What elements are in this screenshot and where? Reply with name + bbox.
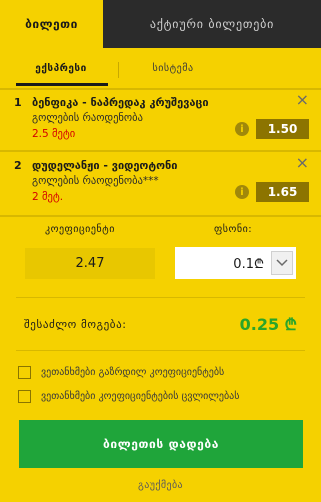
tab-system[interactable]: სისტემა	[128, 56, 218, 80]
checkbox-label: ვეთანხმები კოეფიციენტების ცვლილებას	[41, 390, 240, 402]
close-icon[interactable]: ×	[296, 155, 309, 171]
total-coefficient: 2.47	[25, 248, 155, 279]
bet-item: 1 ბენფიკა - ნაპრედაკ კრუშევაცი გოლების რ…	[0, 90, 321, 150]
close-icon[interactable]: ×	[296, 92, 309, 108]
bet-event-title: დუდელანჟი - ვიდეოტონი	[32, 159, 178, 172]
stake-label: ფსონი:	[214, 224, 253, 235]
bet-number: 1	[14, 96, 22, 109]
bet-event-title: ბენფიკა - ნაპრედაკ კრუშევაცი	[32, 96, 209, 109]
checkbox[interactable]	[18, 365, 31, 379]
checkbox[interactable]	[18, 389, 31, 403]
active-tab-underline	[16, 83, 108, 86]
coefficient-label: კოეფიციენტი	[45, 224, 115, 235]
divider	[16, 350, 305, 351]
possible-win-value: 0.25 ₾	[239, 315, 297, 334]
bet-selection: 2 მეტ.	[32, 191, 64, 203]
stake-value[interactable]: 0.1₾	[175, 247, 268, 279]
tab-bet-slip[interactable]: ბილეთი	[0, 0, 103, 48]
divider	[16, 297, 305, 298]
divider	[0, 150, 321, 152]
checkbox-label: ვეთანხმები გაზრდილ კოეფიციენტებს	[41, 366, 225, 378]
tab-divider	[118, 62, 119, 78]
bet-market: გოლების რაოდენობა***	[32, 175, 159, 187]
accept-odds-changes-option[interactable]: ვეთანხმები კოეფიციენტების ცვლილებას	[18, 389, 239, 403]
chevron-down-icon[interactable]	[271, 251, 293, 275]
bet-item: 2 დუდელანჟი - ვიდეოტონი გოლების რაოდენობ…	[0, 153, 321, 215]
place-bet-button[interactable]: ბილეთის დადება	[19, 420, 303, 468]
bet-odds: 1.65	[256, 182, 309, 202]
bet-type-tabs: ექსპრესი სისტემა	[0, 48, 321, 88]
stake-input[interactable]: 0.1₾	[175, 247, 296, 279]
info-icon[interactable]: i	[235, 185, 249, 199]
info-icon[interactable]: i	[235, 122, 249, 136]
tab-active-bets[interactable]: აქტიური ბილეთები	[103, 0, 321, 48]
accept-higher-odds-option[interactable]: ვეთანხმები გაზრდილ კოეფიციენტებს	[18, 365, 224, 379]
bet-tabs: ბილეთი აქტიური ბილეთები	[0, 0, 321, 48]
possible-win-label: შესაძლო მოგება:	[24, 318, 127, 331]
clear-link[interactable]: გაუქმება	[0, 480, 321, 491]
tab-express[interactable]: ექსპრესი	[16, 56, 106, 80]
divider	[0, 215, 321, 217]
bet-odds: 1.50	[256, 119, 309, 139]
bet-market: გოლების რაოდენობა	[32, 112, 143, 124]
bet-number: 2	[14, 159, 22, 172]
bet-selection: 2.5 მეტი	[32, 128, 76, 140]
